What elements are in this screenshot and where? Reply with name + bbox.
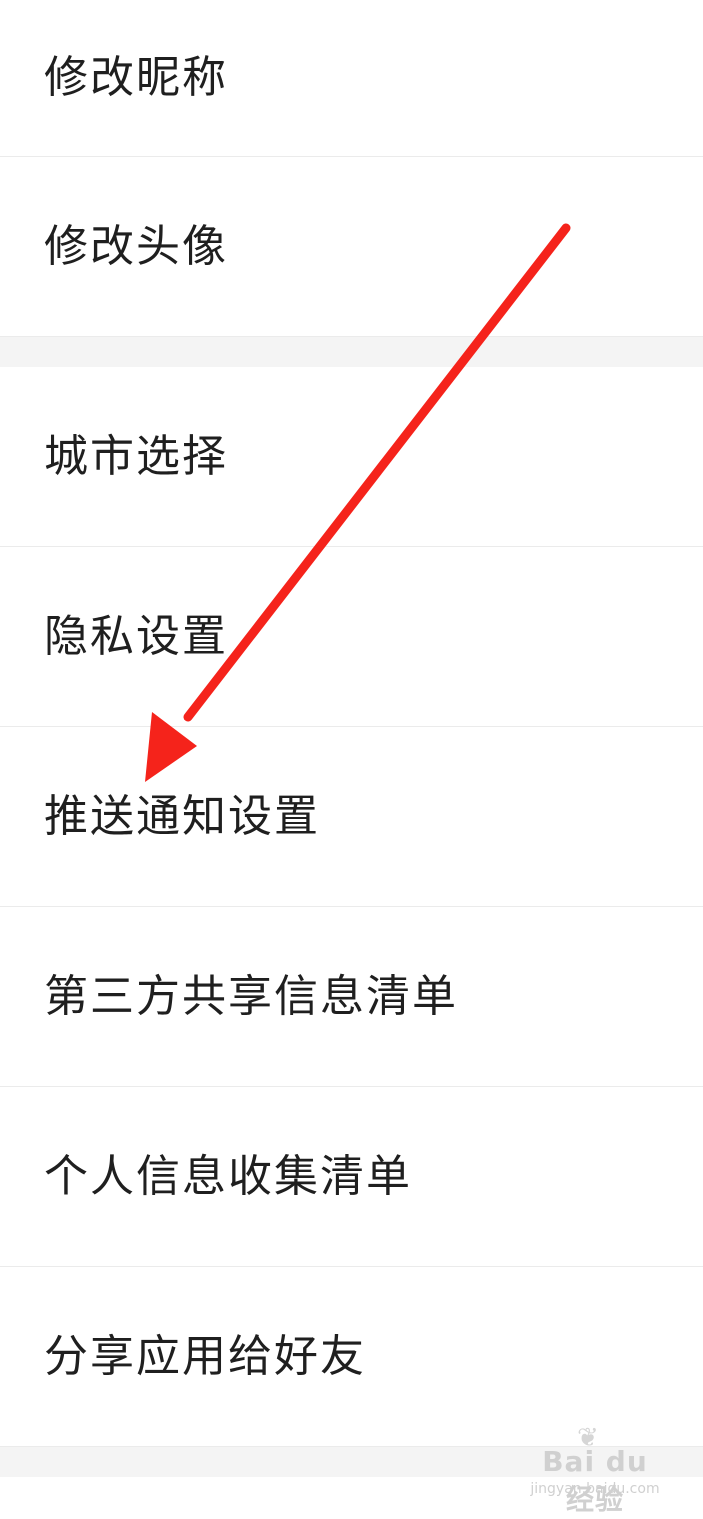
menu-item-share-app[interactable]: 分享应用给好友: [0, 1267, 703, 1447]
menu-item-edit-nickname[interactable]: 修改昵称: [0, 0, 703, 157]
menu-item-push-notification-settings[interactable]: 推送通知设置: [0, 727, 703, 907]
section-divider: [0, 337, 703, 368]
watermark-url: jingyan.baidu.com: [530, 1481, 660, 1497]
menu-item-label: 修改头像: [44, 220, 228, 272]
menu-item-label: 推送通知设置: [44, 790, 320, 842]
baidu-jingyan-watermark: ❦ Bai du 经验 jingyan.baidu.com: [525, 1423, 665, 1516]
menu-item-label: 修改昵称: [44, 52, 228, 103]
menu-item-label: 隐私设置: [44, 610, 228, 662]
menu-item-label: 城市选择: [44, 430, 228, 482]
menu-item-label: 第三方共享信息清单: [44, 970, 458, 1022]
menu-item-label: 个人信息收集清单: [44, 1150, 412, 1202]
menu-item-edit-avatar[interactable]: 修改头像: [0, 157, 703, 337]
menu-item-personal-info-collection-list[interactable]: 个人信息收集清单: [0, 1087, 703, 1267]
menu-item-third-party-sharing-list[interactable]: 第三方共享信息清单: [0, 907, 703, 1087]
menu-item-label: 分享应用给好友: [44, 1330, 366, 1382]
menu-item-privacy-settings[interactable]: 隐私设置: [0, 547, 703, 727]
menu-item-city-select[interactable]: 城市选择: [0, 367, 703, 547]
